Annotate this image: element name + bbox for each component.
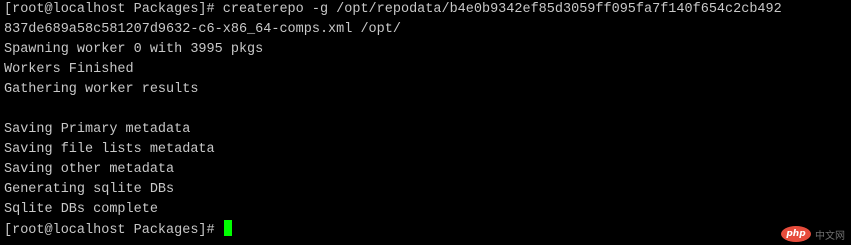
output-line: Generating sqlite DBs bbox=[4, 182, 175, 197]
output-line: Saving other metadata bbox=[4, 162, 175, 177]
watermark-site-text: 中文网 bbox=[815, 230, 845, 242]
output-line: Saving Primary metadata bbox=[4, 122, 191, 137]
text-cursor bbox=[223, 220, 232, 236]
watermark: php 中文网 bbox=[781, 226, 845, 242]
terminal-window[interactable]: [root@localhost Packages]# createrepo -g… bbox=[0, 0, 851, 245]
shell-prompt: [root@localhost Packages]# bbox=[4, 223, 223, 238]
output-line: Saving file lists metadata bbox=[4, 142, 215, 157]
terminal-output: [root@localhost Packages]# createrepo -g… bbox=[4, 0, 851, 240]
command-line-continuation: 837de689a58c581207d9632-c6-x86_64-comps.… bbox=[4, 22, 401, 37]
output-line: Gathering worker results bbox=[4, 82, 199, 97]
output-line: Sqlite DBs complete bbox=[4, 202, 158, 217]
output-line: Workers Finished bbox=[4, 62, 134, 77]
prompt-line[interactable]: [root@localhost Packages]# bbox=[4, 220, 851, 240]
output-line: Spawning worker 0 with 3995 pkgs bbox=[4, 42, 264, 57]
command-line: [root@localhost Packages]# createrepo -g… bbox=[4, 2, 782, 17]
php-logo-icon: php bbox=[781, 226, 811, 242]
